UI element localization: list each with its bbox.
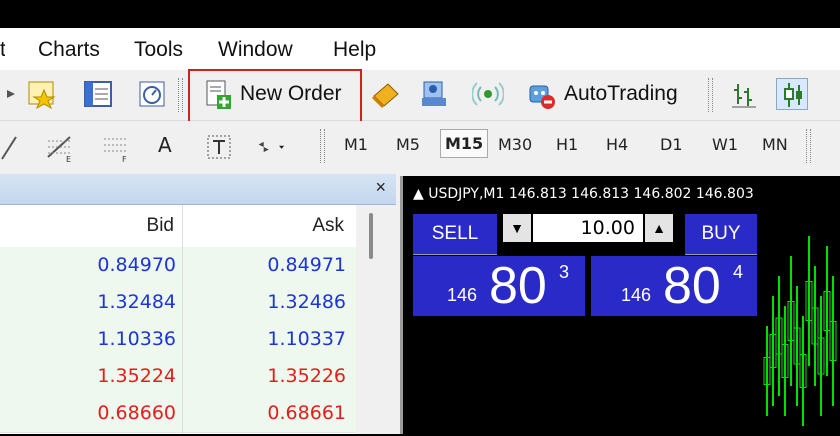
navigator-icon[interactable] <box>82 78 114 110</box>
close-icon[interactable]: × <box>375 177 386 198</box>
lot-size-input[interactable]: 10.00 <box>533 214 643 242</box>
bid-price: 0.84970 <box>97 254 176 276</box>
menu-item-partial[interactable]: t <box>0 38 5 60</box>
buy-price-prefix: 146 <box>621 285 652 305</box>
column-header-bid[interactable]: Bid <box>24 215 174 237</box>
column-divider <box>182 205 183 434</box>
signals-icon[interactable] <box>418 78 450 110</box>
timeframe-m15[interactable]: M15 <box>440 129 489 158</box>
chart-ohlc-header: ▲ USDJPY,M1 146.813 146.813 146.802 146.… <box>413 186 754 202</box>
sell-price-prefix: 146 <box>447 285 478 305</box>
metaeditor-icon[interactable] <box>370 78 402 110</box>
buy-button[interactable]: BUY <box>685 214 757 255</box>
trendline-icon[interactable] <box>0 131 32 163</box>
menu-help[interactable]: Help <box>333 38 376 62</box>
column-header-ask[interactable]: Ask <box>194 215 344 237</box>
bid-price: 0.68660 <box>97 402 176 424</box>
menu-window[interactable]: Window <box>218 38 293 62</box>
market-watch-icon[interactable] <box>26 78 58 110</box>
text-tool-icon[interactable]: A <box>158 133 172 157</box>
bar-chart-icon[interactable] <box>728 78 760 110</box>
toolbar-separator <box>806 129 811 163</box>
bid-price: 1.10336 <box>97 328 176 350</box>
line-chart-icon[interactable] <box>826 78 840 110</box>
lot-decrease-button[interactable]: ▼ <box>503 214 531 242</box>
arrows-dropdown-icon[interactable] <box>256 131 306 163</box>
scrollbar-thumb[interactable] <box>369 213 373 259</box>
timeframe-m5[interactable]: M5 <box>396 135 420 154</box>
menu-charts[interactable]: Charts <box>38 38 100 62</box>
ask-price: 1.32486 <box>267 291 346 313</box>
arrow-icon[interactable] <box>0 78 15 110</box>
ask-price: 1.35226 <box>267 365 346 387</box>
timeframe-d1[interactable]: D1 <box>660 135 683 154</box>
market-watch-row[interactable]: 0.68660 0.68661 <box>0 395 356 433</box>
timeframe-m30[interactable]: M30 <box>498 135 532 154</box>
standard-toolbar: New Order AutoTrading <box>0 69 840 123</box>
timeframe-h4[interactable]: H4 <box>606 135 628 154</box>
buy-price-main: 80 <box>663 257 721 315</box>
new-order-highlight <box>188 69 362 123</box>
market-watch-panel: × Bid Ask 0.84970 0.84971 1.32484 1.32486 1.… <box>0 174 396 434</box>
toolbar-separator <box>708 78 713 112</box>
toolbar-separator <box>178 78 183 112</box>
timeframe-h1[interactable]: H1 <box>556 135 578 154</box>
svg-text:E: E <box>66 155 71 163</box>
timeframe-m1[interactable]: M1 <box>344 135 368 154</box>
drawing-timeframe-toolbar: E F A M1 M5 M15 M30 H1 H4 D1 W1 MN <box>0 121 840 173</box>
text-label-icon[interactable] <box>204 131 236 163</box>
fibo-fan-icon[interactable]: F <box>100 131 132 163</box>
bid-price: 1.35224 <box>97 365 176 387</box>
timeframe-w1[interactable]: W1 <box>712 135 738 154</box>
data-window-icon[interactable] <box>136 78 168 110</box>
market-watch-scrollbar[interactable] <box>356 205 396 434</box>
candlestick-plot <box>763 236 837 426</box>
menu-tools[interactable]: Tools <box>134 38 183 62</box>
svg-text:F: F <box>122 155 127 163</box>
market-watch-row[interactable]: 0.84970 0.84971 <box>0 247 356 285</box>
toolbar-separator <box>320 129 325 163</box>
sell-price-box[interactable]: 146 80 3 <box>413 256 585 316</box>
market-watch-row[interactable]: 1.35224 1.35226 <box>0 358 356 396</box>
sell-price-fraction: 3 <box>559 262 570 282</box>
menu-bar: t Charts Tools Window Help <box>0 28 840 70</box>
market-watch-row[interactable]: 1.32484 1.32486 <box>0 284 356 322</box>
sell-price-main: 80 <box>489 257 547 315</box>
timeframe-mn[interactable]: MN <box>762 135 788 154</box>
ask-price: 0.84971 <box>267 254 346 276</box>
market-watch-row[interactable]: 1.10336 1.10337 <box>0 321 356 359</box>
buy-price-fraction: 4 <box>733 262 744 282</box>
market-watch-header: Bid Ask <box>0 205 356 248</box>
autotrading-icon[interactable] <box>524 78 556 110</box>
ask-price: 1.10337 <box>267 328 346 350</box>
terminal-window: t Charts Tools Window Help New Order Aut… <box>0 28 840 434</box>
autotrading-label[interactable]: AutoTrading <box>564 82 678 106</box>
chart-window[interactable]: ▲ USDJPY,M1 146.813 146.813 146.802 146.… <box>400 176 840 434</box>
bid-price: 1.32484 <box>97 291 176 313</box>
lot-increase-button[interactable]: ▲ <box>645 214 673 242</box>
market-watch-titlebar: × <box>0 174 396 205</box>
vps-icon[interactable] <box>472 78 504 110</box>
candlestick-chart-icon[interactable] <box>776 78 808 110</box>
buy-price-box[interactable]: 146 80 4 <box>591 256 757 316</box>
sell-button[interactable]: SELL <box>413 214 497 255</box>
fibonacci-icon[interactable]: E <box>44 131 76 163</box>
ask-price: 0.68661 <box>267 402 346 424</box>
